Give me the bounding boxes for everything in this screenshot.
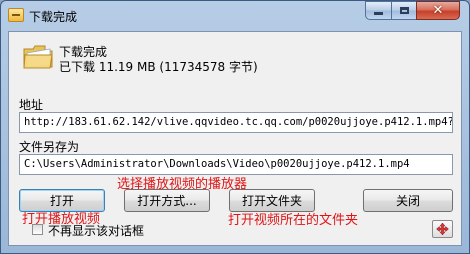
download-complete-dialog: 下载完成 ✕ 下载完成 已下载 11.19 MB (11734578 字节) 地… [0, 0, 470, 254]
dont-show-checkbox[interactable] [32, 224, 43, 235]
annotation-choose-player: 选择播放视频的播放器 [117, 177, 248, 192]
save-path-field[interactable]: C:\Users\Administrator\Downloads\Video\p… [19, 154, 453, 175]
folder-icon [23, 45, 53, 69]
minimize-button[interactable] [365, 1, 392, 20]
download-icon [8, 8, 24, 22]
window-title: 下载完成 [29, 10, 78, 24]
title-bar[interactable]: 下载完成 ✕ [1, 1, 469, 31]
dont-show-label[interactable]: 不再显示该对话框 [48, 222, 144, 239]
address-label: 地址 [19, 98, 44, 112]
maximize-button[interactable] [391, 1, 417, 20]
downloaded-size: 已下载 11.19 MB (11734578 字节) [59, 60, 258, 74]
maximize-icon [399, 7, 409, 14]
open-with-button[interactable]: 打开方式... [124, 189, 210, 212]
save-as-label: 文件另存为 [19, 140, 80, 154]
address-field[interactable]: http://183.61.62.142/vlive.qqvideo.tc.qq… [19, 112, 453, 133]
window-close-button[interactable]: ✕ [416, 1, 460, 20]
dialog-body: 下载完成 已下载 11.19 MB (11734578 字节) 地址 http:… [8, 31, 462, 246]
move-arrows-icon[interactable] [432, 220, 453, 238]
close-icon: ✕ [432, 3, 444, 18]
annotation-open-folder: 打开视频所在的文件夹 [228, 213, 359, 228]
close-button[interactable]: 关闭 [363, 189, 453, 212]
minimize-icon [374, 12, 383, 15]
